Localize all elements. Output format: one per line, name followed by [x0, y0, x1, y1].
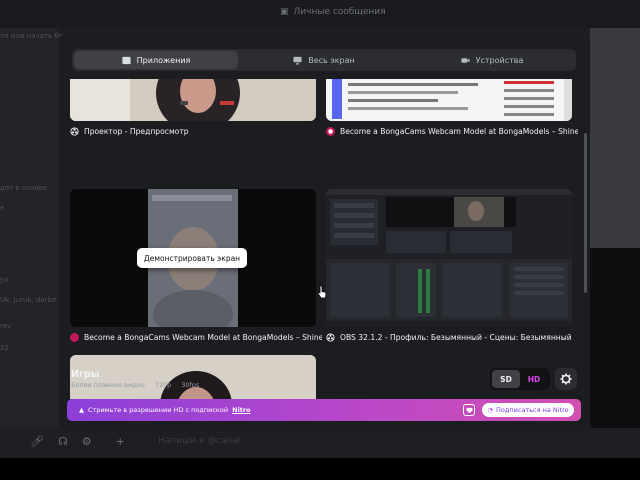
source-title: Проектор - Предпросмотр [84, 127, 189, 136]
thumbnail-image [326, 79, 572, 121]
source-card[interactable]: OBS 32.1.2 - Профиль: Безымянный - Сцены… [326, 189, 572, 342]
nitro-link[interactable]: Nitro [232, 406, 250, 414]
source-card[interactable]: Проектор - Предпросмотр [70, 79, 316, 136]
background-panel [590, 248, 640, 448]
sidebar-text: Jur [0, 276, 10, 284]
message-input[interactable]: Напиши в @canal [158, 436, 240, 446]
stream-settings-button[interactable] [555, 368, 577, 390]
subscribe-label: Подписаться на Nitro [496, 406, 569, 414]
mic-icon[interactable]: 🎤︎ [30, 435, 44, 448]
tab-label: Весь экран [308, 55, 355, 65]
source-caption: OBS 32.1.2 - Профиль: Безымянный - Сцены… [326, 333, 578, 342]
preset-fps: 30fps [181, 381, 200, 389]
tab-label: Устройства [475, 55, 524, 65]
preset-resolution: 720p [154, 381, 172, 389]
thumbnail-image [70, 79, 316, 121]
bongacams-icon [70, 333, 79, 342]
preset-description: Более плавное видео [71, 381, 145, 389]
source-caption: Проектор - Предпросмотр [70, 127, 322, 136]
screen-share-modal: Приложения Весь экран Устройства Проекто… [58, 33, 590, 430]
tab-devices[interactable]: Устройства [410, 51, 574, 69]
gear-icon [560, 373, 572, 385]
sidebar-text: Uk, Juruk, darbe [0, 296, 57, 304]
source-title: Become a BongaCams Webcam Model at Bonga… [84, 333, 322, 342]
source-card[interactable] [70, 355, 316, 399]
source-title: Become a BongaCams Webcam Model at Bonga… [340, 127, 578, 136]
source-thumbnail[interactable] [70, 79, 316, 121]
source-thumbnail[interactable] [326, 189, 572, 327]
source-title: OBS 32.1.2 - Профиль: Безымянный - Сцены… [340, 333, 572, 342]
source-grid: Проектор - Предпросмотр Become a BongaCa… [70, 79, 580, 399]
background-video [590, 28, 640, 248]
camera-icon [461, 57, 470, 63]
sidebar-text: e [0, 204, 5, 212]
quality-toggle: SD HD [490, 368, 550, 390]
tab-applications[interactable]: Приложения [74, 51, 238, 69]
obs-icon [70, 127, 79, 136]
sidebar-text: rev [0, 322, 12, 330]
window-icon [122, 56, 131, 64]
source-thumbnail[interactable] [70, 355, 316, 399]
nitro-upsell-bar: ▲ Стримьте в разрешении HD с подпиской N… [67, 399, 581, 421]
tab-label: Приложения [136, 55, 191, 65]
tab-entire-screen[interactable]: Весь экран [242, 51, 406, 69]
hd-button[interactable]: HD [520, 370, 548, 388]
titlebar: ▣ Личные сообщения [0, 0, 640, 28]
headphones-icon[interactable]: ☊ [58, 435, 68, 448]
nitro-message: Стримьте в разрешении HD с подпиской [88, 406, 229, 414]
share-screen-button[interactable]: Демонстрировать экран [137, 248, 247, 268]
dm-header: ▣ Личные сообщения [280, 7, 386, 17]
source-card[interactable]: Become a BongaCams Webcam Model at Bonga… [326, 79, 578, 136]
nitro-upsell-text: ▲ Стримьте в разрешении HD с подпиской N… [79, 406, 251, 414]
voice-controls: 🎤︎ ☊ ⚙ + [30, 435, 125, 448]
nitro-icon: ▲ [79, 406, 84, 414]
source-card[interactable]: Become a BongaCams Webcam Model at Bonga… [70, 189, 327, 342]
add-icon[interactable]: + [116, 435, 125, 448]
source-caption: Become a BongaCams Webcam Model at Bonga… [326, 127, 578, 136]
preset-title: Игры [71, 369, 100, 380]
monitor-icon [293, 56, 302, 65]
bongacams-icon [326, 127, 335, 136]
source-thumbnail[interactable] [326, 79, 572, 121]
dm-icon: ▣ [280, 7, 289, 17]
sidebar-text: 22 [0, 344, 9, 352]
gear-icon[interactable]: ⚙ [82, 435, 92, 448]
dm-sidebar: ти или начать беседу дет в основе e Jur … [0, 28, 80, 480]
thumbnail-image [326, 189, 572, 327]
nitro-badge-icon: ◔ [487, 406, 494, 414]
sidebar-text: дет в основе [0, 184, 48, 192]
bottom-strip [0, 458, 640, 480]
source-caption: Become a BongaCams Webcam Model at Bonga… [70, 333, 322, 342]
thumbnail-image [70, 355, 316, 399]
source-tabs: Приложения Весь экран Устройства [72, 49, 576, 71]
preset-details: Более плавное видео 720p 30fps [71, 381, 199, 389]
obs-icon [326, 333, 335, 342]
sd-button[interactable]: SD [492, 370, 520, 388]
gift-button[interactable] [463, 404, 475, 416]
subscribe-nitro-button[interactable]: ◔ Подписаться на Nitro [482, 403, 574, 417]
grid-scrollbar[interactable] [584, 133, 587, 293]
dm-title: Личные сообщения [293, 7, 386, 17]
heart-icon [465, 407, 473, 413]
